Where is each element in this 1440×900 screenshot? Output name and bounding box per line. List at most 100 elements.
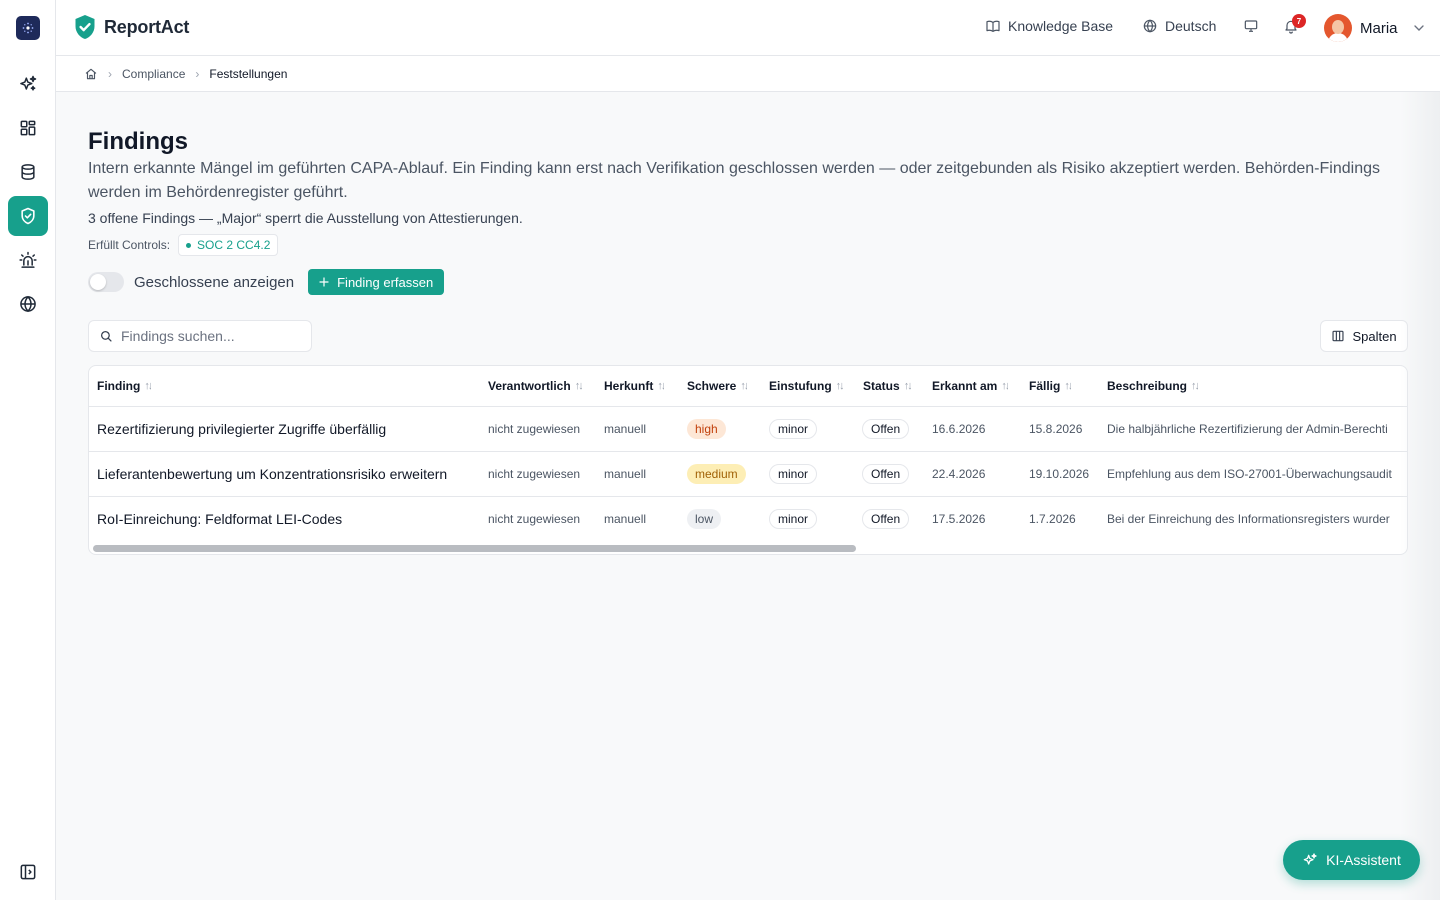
notification-count-badge: 7 xyxy=(1292,14,1306,28)
sparkles-icon xyxy=(1303,853,1317,865)
column-header-due[interactable]: Fällig ↑↓ xyxy=(1029,366,1071,406)
status-badge: Offen xyxy=(862,419,910,439)
controls-label: Erfüllt Controls: xyxy=(88,238,171,252)
finding-title[interactable]: RoI-Einreichung: Feldformat LEI-Codes xyxy=(97,497,482,541)
due-cell: 1.7.2026 xyxy=(1029,512,1076,526)
owner-cell: nicht zugewiesen xyxy=(488,512,581,526)
detected-cell: 17.5.2026 xyxy=(932,512,986,526)
origin-cell: manuell xyxy=(604,467,647,481)
avatar xyxy=(1324,14,1352,42)
due-cell: 15.8.2026 xyxy=(1029,422,1083,436)
breadcrumb-compliance[interactable]: Compliance xyxy=(122,67,185,81)
columns-button[interactable]: Spalten xyxy=(1320,320,1408,352)
show-closed-toggle[interactable] xyxy=(88,272,124,292)
control-chip[interactable]: SOC 2 CC4.2 xyxy=(178,234,279,256)
column-header-owner[interactable]: Verantwortlich ↑↓ xyxy=(488,366,582,406)
origin-cell: manuell xyxy=(604,512,647,526)
open-findings-summary: 3 offene Findings — „Major“ sperrt die A… xyxy=(88,210,523,226)
column-header-origin[interactable]: Herkunft ↑↓ xyxy=(604,366,664,406)
brand-name: ReportAct xyxy=(104,16,190,37)
globe-icon[interactable] xyxy=(8,284,48,324)
owner-cell: nicht zugewiesen xyxy=(488,467,581,481)
page-title: Findings xyxy=(88,128,188,155)
display-button[interactable] xyxy=(1243,18,1259,34)
table-row[interactable]: Lieferantenbewertung um Konzentrationsri… xyxy=(89,451,1407,496)
columns-label: Spalten xyxy=(1352,328,1397,344)
chevron-right-icon: › xyxy=(195,66,200,81)
column-header-description[interactable]: Beschreibung ↑↓ xyxy=(1107,366,1198,406)
severity-badge: medium xyxy=(687,464,746,484)
column-header-classification[interactable]: Einstufung ↑↓ xyxy=(769,366,843,406)
fulfilled-controls: Erfüllt Controls: SOC 2 CC4.2 xyxy=(88,234,279,256)
add-finding-label: Finding erfassen xyxy=(337,274,434,290)
status-badge: Offen xyxy=(862,464,910,484)
chevron-down-icon xyxy=(1413,25,1424,31)
knowledge-base-link[interactable]: Knowledge Base xyxy=(985,18,1113,34)
sort-icon[interactable]: ↑↓ xyxy=(1191,380,1198,392)
status-dot-icon xyxy=(186,242,192,248)
user-name: Maria xyxy=(1360,19,1398,37)
brand-shield-icon xyxy=(75,15,95,39)
column-header-detected[interactable]: Erkannt am ↑↓ xyxy=(932,366,1008,406)
top-header: ReportAct Knowledge Base Deutsch 7 Maria xyxy=(56,0,1440,56)
language-label: Deutsch xyxy=(1165,18,1217,34)
database-icon[interactable] xyxy=(8,152,48,192)
page-description: Intern erkannte Mängel im geführten CAPA… xyxy=(88,160,1380,201)
brand[interactable]: ReportAct xyxy=(74,14,189,40)
toolbar: Geschlossene anzeigen Finding erfassen xyxy=(88,269,445,295)
sort-icon[interactable]: ↑↓ xyxy=(657,380,664,392)
due-cell: 19.10.2026 xyxy=(1029,467,1090,481)
description-cell: Bei der Einreichung des Informationsregi… xyxy=(1107,512,1390,526)
sort-icon[interactable]: ↑↓ xyxy=(740,380,747,392)
add-finding-button[interactable]: Finding erfassen xyxy=(308,269,445,295)
horizontal-scrollbar[interactable] xyxy=(93,545,856,552)
column-header-finding[interactable]: Finding ↑↓ xyxy=(97,366,151,406)
chevron-right-icon: › xyxy=(108,66,112,81)
origin-cell: manuell xyxy=(604,422,647,436)
show-closed-label: Geschlossene anzeigen xyxy=(134,273,295,291)
control-chip-label: SOC 2 CC4.2 xyxy=(197,238,271,252)
description-cell: Die halbjährliche Rezertifizierung der A… xyxy=(1107,422,1388,436)
notifications-button[interactable]: 7 xyxy=(1283,14,1306,34)
severity-badge: low xyxy=(687,509,722,529)
table-row[interactable]: Rezertifizierung privilegierter Zugriffe… xyxy=(89,406,1407,451)
ai-assistant-button[interactable]: KI-Assistent xyxy=(1283,840,1420,880)
status-badge: Offen xyxy=(862,509,910,529)
sort-icon[interactable]: ↑↓ xyxy=(1064,380,1071,392)
globe-icon xyxy=(1143,19,1157,33)
sort-icon[interactable]: ↑↓ xyxy=(1001,380,1008,392)
user-menu[interactable]: Maria xyxy=(1324,14,1427,42)
finding-title[interactable]: Rezertifizierung privilegierter Zugriffe… xyxy=(97,407,482,451)
sort-icon[interactable]: ↑↓ xyxy=(904,380,911,392)
sparkles-icon[interactable] xyxy=(8,64,48,104)
columns-icon xyxy=(1332,330,1344,342)
severity-badge: high xyxy=(687,419,726,439)
breadcrumb: › Compliance › Feststellungen xyxy=(56,56,1440,92)
shield-check-icon[interactable] xyxy=(8,196,48,236)
owner-cell: nicht zugewiesen xyxy=(488,422,581,436)
app-logo-icon[interactable] xyxy=(16,16,40,40)
plus-icon xyxy=(319,277,329,287)
book-icon xyxy=(986,20,1000,32)
sort-icon[interactable]: ↑↓ xyxy=(836,380,843,392)
sidebar-toggle-icon[interactable] xyxy=(8,852,48,892)
sort-icon[interactable]: ↑↓ xyxy=(144,380,151,392)
search-field[interactable] xyxy=(88,320,312,352)
siren-icon[interactable] xyxy=(8,240,48,280)
table-row[interactable]: RoI-Einreichung: Feldformat LEI-Codes ni… xyxy=(89,496,1407,541)
monitor-icon xyxy=(1244,20,1258,32)
search-input[interactable] xyxy=(121,328,301,344)
classification-badge: minor xyxy=(769,419,818,439)
finding-title[interactable]: Lieferantenbewertung um Konzentrationsri… xyxy=(97,452,482,496)
dashboard-icon[interactable] xyxy=(8,108,48,148)
breadcrumb-current: Feststellungen xyxy=(209,66,288,81)
knowledge-base-label: Knowledge Base xyxy=(1008,18,1114,34)
column-header-severity[interactable]: Schwere ↑↓ xyxy=(687,366,747,406)
language-selector[interactable]: Deutsch xyxy=(1142,18,1216,34)
description-cell: Empfehlung aus dem ISO-27001-Überwachung… xyxy=(1107,467,1392,481)
search-icon xyxy=(100,330,112,342)
column-header-status[interactable]: Status ↑↓ xyxy=(863,366,911,406)
sort-icon[interactable]: ↑↓ xyxy=(575,380,582,392)
home-icon[interactable] xyxy=(84,67,98,81)
ai-assistant-label: KI-Assistent xyxy=(1326,852,1401,868)
